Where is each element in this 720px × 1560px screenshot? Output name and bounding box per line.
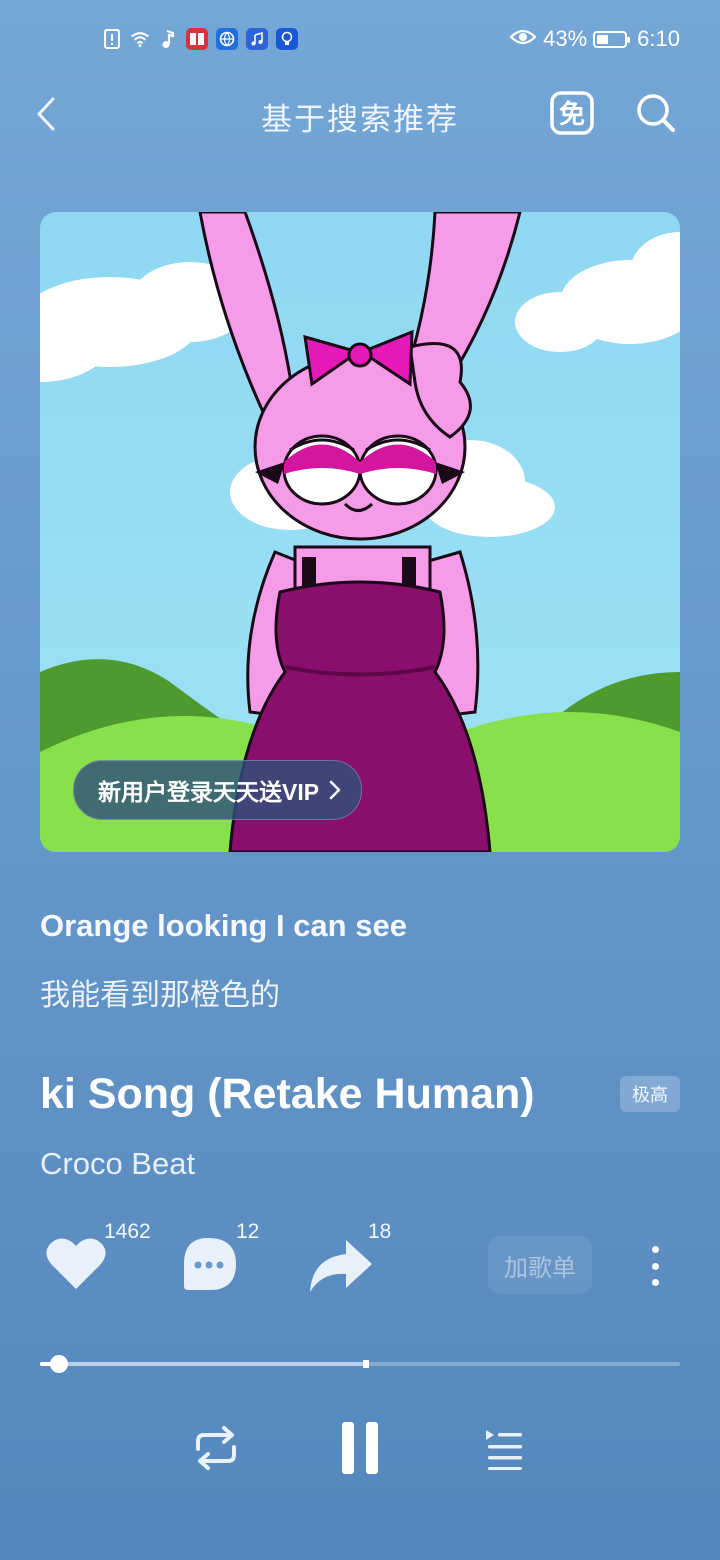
repeat-button[interactable] [186, 1414, 246, 1482]
top-bar: 基于搜索推荐 免 [0, 86, 720, 142]
battery-level [597, 34, 609, 44]
comment-button[interactable]: 12 [178, 1220, 268, 1300]
battery-icon [593, 30, 631, 48]
song-title: ki Song (Retake Human) [40, 1070, 535, 1118]
like-button[interactable]: 1462 [44, 1220, 151, 1300]
playlist-icon [486, 1430, 522, 1470]
app-red-icon [186, 28, 208, 50]
repeat-icon [196, 1426, 236, 1470]
music-note-icon [158, 28, 178, 50]
pause-icon [342, 1422, 378, 1474]
chevron-right-icon [329, 780, 341, 800]
search-button[interactable] [634, 91, 678, 135]
app-browser-icon [216, 28, 238, 50]
pause-button[interactable] [330, 1414, 390, 1482]
comment-count: 12 [236, 1220, 260, 1243]
free-mode-icon: 免 [550, 91, 594, 135]
status-bar: 43% 6:10 [0, 26, 720, 58]
quality-badge[interactable]: 极高 [620, 1076, 680, 1112]
sim-alert-icon [102, 28, 122, 50]
buffer-marker [363, 1360, 370, 1368]
playlist-button[interactable] [476, 1414, 532, 1482]
album-cover[interactable]: 新用户登录天天送VIP [40, 212, 680, 852]
lyric-translation[interactable]: 我能看到那橙色的 [40, 970, 280, 1014]
battery-percent: 43% [543, 26, 588, 51]
share-button[interactable]: 18 [308, 1220, 398, 1300]
lyric-current-line[interactable]: Orange looking I can see [40, 908, 407, 944]
clock: 6:10 [637, 26, 680, 51]
notification-icons [102, 28, 298, 50]
more-options-button[interactable] [640, 1240, 670, 1292]
buffer-fill [40, 1362, 367, 1366]
page-title: 基于搜索推荐 [261, 102, 459, 137]
app-music-icon [246, 28, 268, 50]
artist-name[interactable]: Croco Beat [40, 1146, 195, 1182]
cover-illustration [40, 212, 680, 852]
like-count: 1462 [104, 1220, 151, 1243]
more-vertical-icon [651, 1246, 659, 1253]
vip-promo-banner[interactable]: 新用户登录天天送VIP [73, 760, 363, 820]
progress-handle[interactable] [50, 1355, 69, 1373]
share-count: 18 [368, 1220, 392, 1243]
vip-promo-text: 新用户登录天天送VIP [98, 779, 320, 805]
share-icon [310, 1240, 372, 1292]
eye-icon [509, 26, 537, 52]
svg-text:免: 免 [559, 99, 585, 130]
add-to-playlist-button[interactable]: 加歌单 [488, 1236, 592, 1294]
heart-icon [46, 1238, 106, 1289]
wifi-icon [130, 28, 150, 50]
progress-bar[interactable] [40, 1355, 680, 1373]
system-indicators: 43% 6:10 [509, 26, 680, 52]
search-icon [637, 94, 675, 132]
comment-icon [184, 1238, 236, 1290]
free-mode-button[interactable]: 免 [550, 91, 594, 135]
app-bulb-icon [276, 28, 298, 50]
